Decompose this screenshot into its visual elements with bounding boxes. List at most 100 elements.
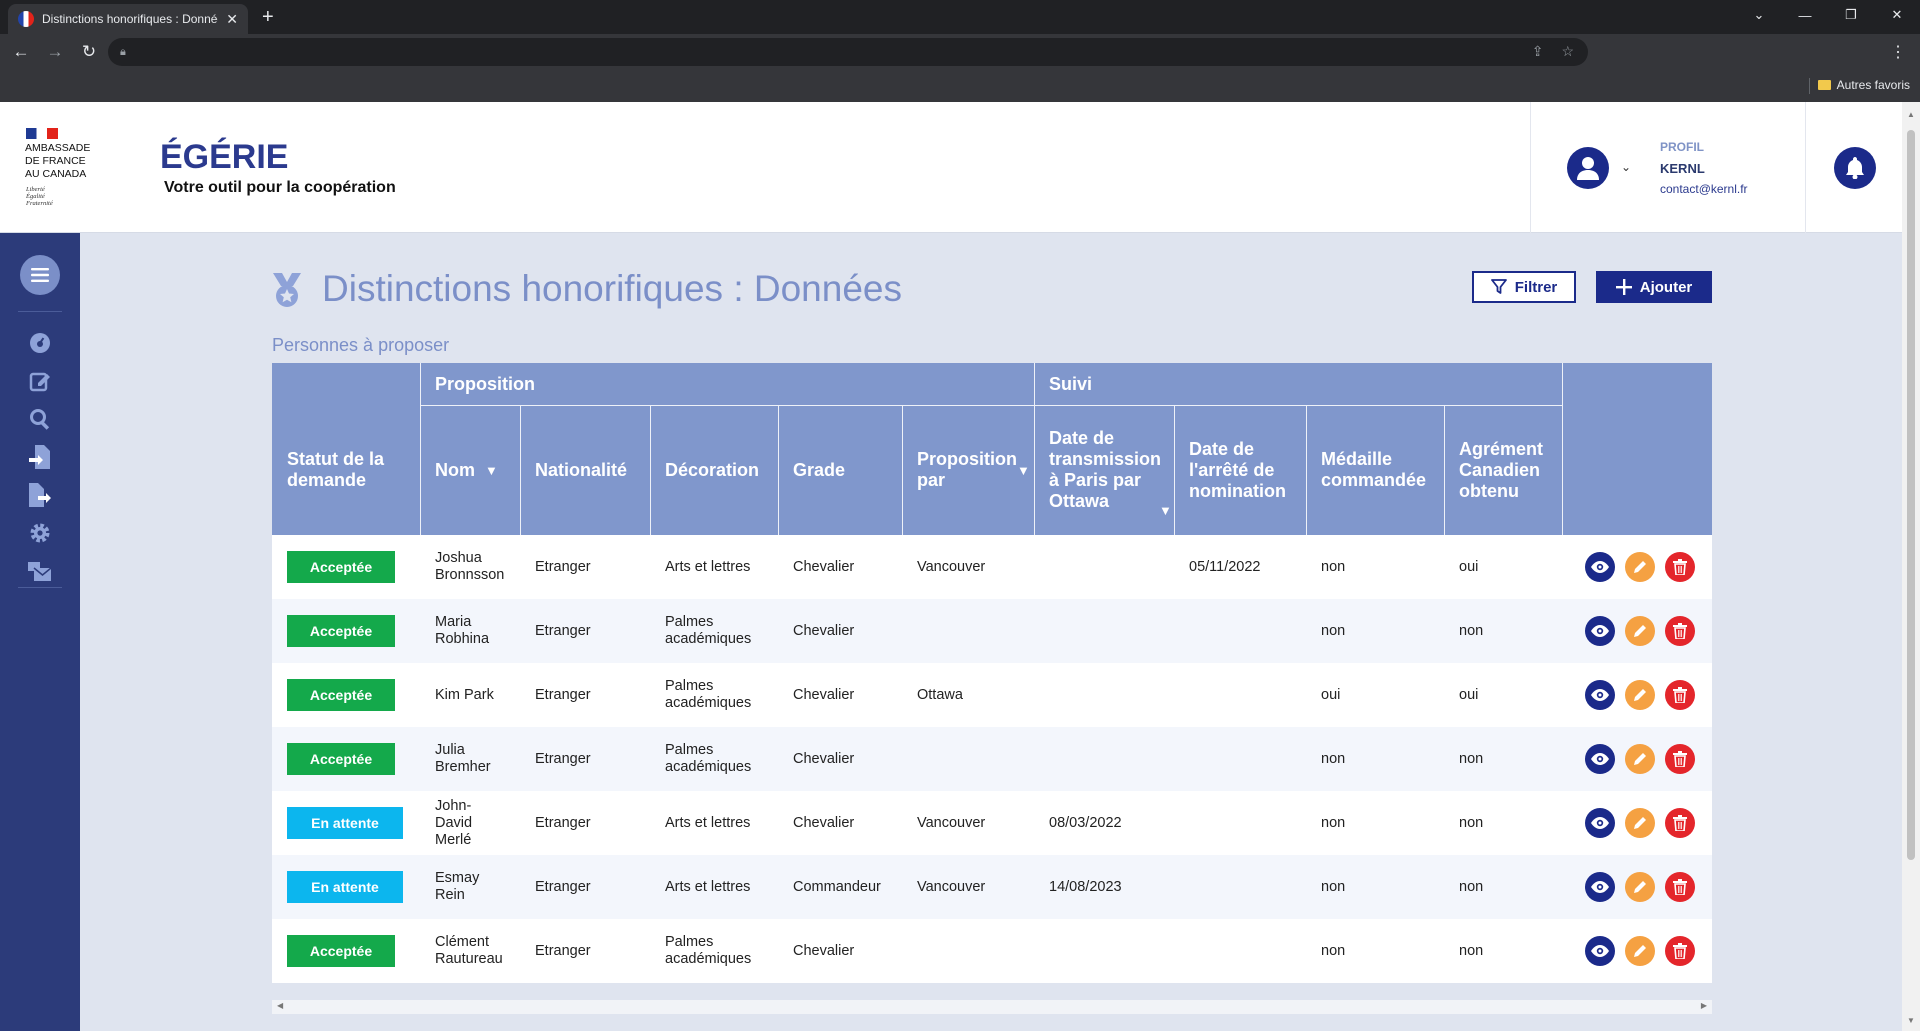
scroll-left-icon[interactable]: ◀ bbox=[277, 1001, 283, 1010]
delete-trash-icon[interactable] bbox=[1665, 552, 1695, 582]
status-badge: En attente bbox=[287, 807, 403, 839]
col-statut[interactable]: Statut de la demande bbox=[272, 405, 420, 535]
col-medaille[interactable]: Médaille commandée bbox=[1306, 405, 1444, 535]
settings-icon[interactable] bbox=[27, 520, 53, 546]
view-icon[interactable] bbox=[1585, 744, 1615, 774]
scrollbar-thumb[interactable] bbox=[1907, 130, 1915, 860]
section-title: Personnes à proposer bbox=[272, 335, 450, 355]
view-icon[interactable] bbox=[1585, 872, 1615, 902]
delete-trash-icon[interactable] bbox=[1665, 808, 1695, 838]
notification-bell-icon[interactable] bbox=[1834, 147, 1876, 189]
col-date-arrete[interactable]: Date de l'arrêté de nomination bbox=[1174, 405, 1306, 535]
cell-date-arrete bbox=[1189, 919, 1309, 983]
profile-email: contact@kernl.fr bbox=[1660, 182, 1748, 196]
edit-pencil-icon[interactable] bbox=[1625, 744, 1655, 774]
profile-label: PROFIL bbox=[1660, 140, 1704, 154]
add-button-label: Ajouter bbox=[1639, 278, 1693, 296]
page-title: Distinctions honorifiques : Données bbox=[322, 268, 902, 309]
col-proposition-par[interactable]: Proposition par ▼ bbox=[902, 405, 1034, 535]
browser-menu-icon[interactable]: ⋮ bbox=[1890, 42, 1906, 62]
cell-agrement: oui bbox=[1459, 686, 1479, 703]
hamburger-menu-icon[interactable] bbox=[20, 255, 60, 295]
col-grade[interactable]: Grade bbox=[778, 405, 902, 535]
cell-grade: Chevalier bbox=[793, 750, 855, 767]
mail-bulk-icon[interactable] bbox=[27, 558, 53, 584]
scroll-right-icon[interactable]: ▶ bbox=[1701, 1001, 1707, 1010]
edit-pencil-icon[interactable] bbox=[1625, 616, 1655, 646]
edit-icon[interactable] bbox=[27, 368, 53, 394]
close-tab-icon[interactable]: ✕ bbox=[226, 11, 238, 28]
forward-icon[interactable]: → bbox=[42, 42, 68, 62]
view-icon[interactable] bbox=[1585, 552, 1615, 582]
reload-icon[interactable]: ↻ bbox=[76, 42, 102, 62]
close-window-icon[interactable]: ✕ bbox=[1874, 0, 1920, 30]
delete-trash-icon[interactable] bbox=[1665, 680, 1695, 710]
delete-trash-icon[interactable] bbox=[1665, 744, 1695, 774]
sort-chevron-icon[interactable]: ▼ bbox=[485, 460, 498, 481]
scroll-up-icon[interactable]: ▲ bbox=[1907, 110, 1915, 119]
add-button[interactable]: Ajouter bbox=[1596, 271, 1712, 303]
group-proposition: Proposition bbox=[435, 373, 535, 394]
plus-icon bbox=[1615, 279, 1632, 295]
sidebar-divider bbox=[18, 587, 62, 588]
page-scrollbar[interactable]: ▲ ▼ bbox=[1902, 102, 1920, 1031]
col-nationalite[interactable]: Nationalité bbox=[520, 405, 650, 535]
col-agrement[interactable]: Agrément Canadien obtenu bbox=[1444, 405, 1562, 535]
bookmark-separator bbox=[1809, 78, 1810, 94]
cell-date-transmission bbox=[1049, 663, 1179, 727]
share-icon[interactable]: ⇪ bbox=[1532, 43, 1544, 60]
cell-nom: Julia Bremher bbox=[435, 742, 491, 775]
view-icon[interactable] bbox=[1585, 680, 1615, 710]
lock-icon: 🔒︎ bbox=[120, 45, 126, 58]
other-bookmarks[interactable]: Autres favoris bbox=[1817, 78, 1910, 92]
data-table: Proposition Suivi Statut de la demande N… bbox=[272, 363, 1712, 983]
cell-medaille: non bbox=[1321, 622, 1346, 639]
address-bar[interactable]: 🔒︎ ⇪ ☆ bbox=[108, 38, 1588, 66]
delete-trash-icon[interactable] bbox=[1665, 936, 1695, 966]
user-avatar-icon[interactable] bbox=[1567, 147, 1609, 189]
cell-date-arrete bbox=[1189, 855, 1309, 919]
table-header: Proposition Suivi Statut de la demande N… bbox=[272, 363, 1712, 535]
view-icon[interactable] bbox=[1585, 616, 1615, 646]
edit-pencil-icon[interactable] bbox=[1625, 872, 1655, 902]
cell-proposition-par bbox=[917, 599, 1037, 663]
view-icon[interactable] bbox=[1585, 936, 1615, 966]
edit-pencil-icon[interactable] bbox=[1625, 936, 1655, 966]
browser-tab[interactable]: Distinctions honorifiques : Données ✕ bbox=[8, 4, 248, 34]
browser-toolbar: ← → ↻ 🔒︎ ⇪ ☆ ⋮ bbox=[0, 34, 1920, 70]
cell-date-transmission bbox=[1049, 919, 1179, 983]
sidebar-divider bbox=[18, 311, 62, 312]
cell-nom: John-David Merlé bbox=[435, 797, 473, 848]
browser-tabstrip: Distinctions honorifiques : Données ✕ + … bbox=[0, 0, 1920, 34]
back-icon[interactable]: ← bbox=[8, 42, 34, 62]
sort-chevron-icon[interactable]: ▼ bbox=[1017, 460, 1030, 481]
sort-chevron-icon[interactable]: ▼ bbox=[1159, 500, 1172, 521]
new-tab-icon[interactable]: + bbox=[262, 6, 274, 29]
edit-pencil-icon[interactable] bbox=[1625, 808, 1655, 838]
col-decoration[interactable]: Décoration bbox=[650, 405, 778, 535]
delete-trash-icon[interactable] bbox=[1665, 872, 1695, 902]
delete-trash-icon[interactable] bbox=[1665, 616, 1695, 646]
chevron-down-icon[interactable]: ⌄ bbox=[1621, 160, 1631, 174]
file-import-icon[interactable] bbox=[27, 444, 53, 470]
minimize-icon[interactable]: — bbox=[1782, 0, 1828, 30]
table-row: Acceptée Joshua Bronnsson Etranger Arts et … bbox=[272, 535, 1712, 599]
header-divider bbox=[420, 363, 421, 535]
scroll-down-icon[interactable]: ▼ bbox=[1907, 1016, 1915, 1025]
app-title[interactable]: ÉGÉRIE bbox=[160, 138, 288, 177]
table-horizontal-scrollbar[interactable]: ◀ ▶ bbox=[272, 1000, 1712, 1014]
file-export-icon[interactable] bbox=[27, 482, 53, 508]
col-nom[interactable]: Nom ▼ bbox=[420, 405, 520, 535]
edit-pencil-icon[interactable] bbox=[1625, 680, 1655, 710]
search-icon[interactable] bbox=[27, 406, 53, 432]
restore-icon[interactable]: ❐ bbox=[1828, 0, 1874, 30]
edit-pencil-icon[interactable] bbox=[1625, 552, 1655, 582]
bookmark-star-icon[interactable]: ☆ bbox=[1561, 43, 1574, 60]
status-badge: Acceptée bbox=[287, 551, 395, 583]
view-icon[interactable] bbox=[1585, 808, 1615, 838]
tab-search-icon[interactable]: ⌄ bbox=[1736, 0, 1782, 30]
french-flag-logo bbox=[26, 128, 58, 139]
filter-button[interactable]: Filtrer bbox=[1472, 271, 1576, 303]
dashboard-icon[interactable] bbox=[27, 330, 53, 356]
col-date-transmission[interactable]: Date de transmission à Paris par Ottawa ▼ bbox=[1034, 405, 1174, 535]
